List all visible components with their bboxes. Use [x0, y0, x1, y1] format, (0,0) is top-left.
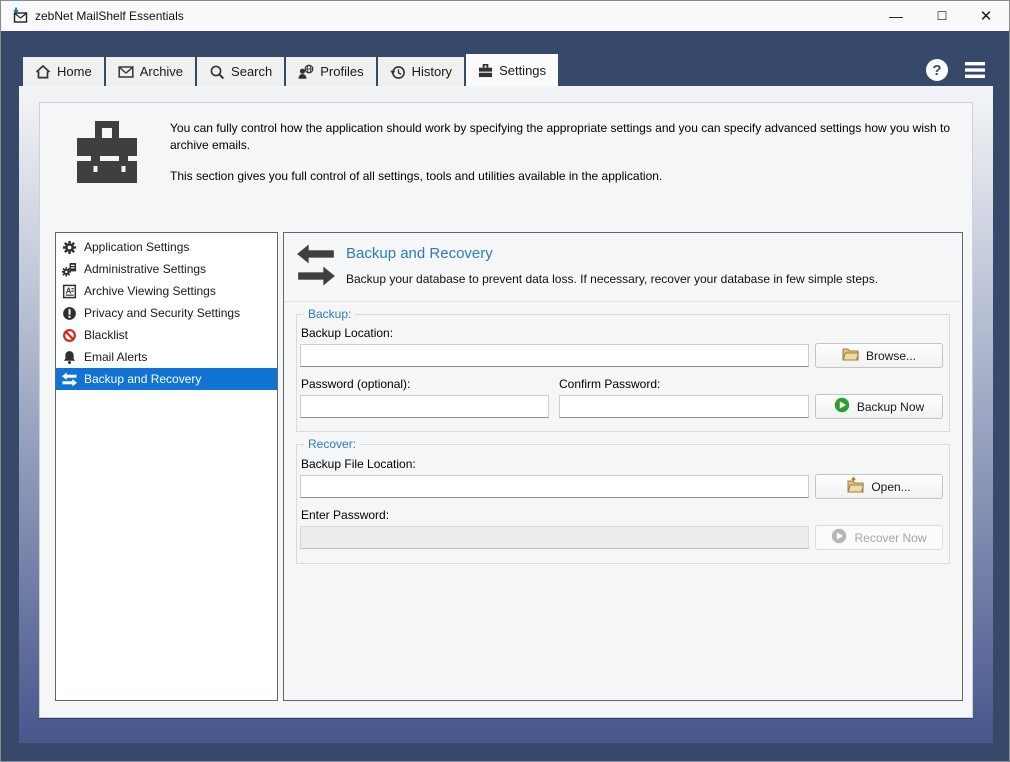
history-clock-icon [389, 64, 406, 80]
settings-intro: You can fully control how the applicatio… [170, 120, 960, 199]
svg-text:?: ? [932, 62, 941, 79]
home-icon [35, 64, 51, 80]
gear-server-icon [61, 262, 77, 277]
sidebar-item-label: Archive Viewing Settings [84, 284, 216, 298]
tab-label: Profiles [320, 64, 364, 79]
backup-group-legend: Backup: [304, 307, 356, 321]
settings-category-list: Application Settings Administrative Sett… [55, 232, 278, 701]
swap-arrows-large-icon [297, 244, 335, 291]
titlebar: zebNet MailShelf Essentials — ☐ ✕ [1, 1, 1009, 31]
browse-button-label: Browse... [865, 348, 916, 363]
confirm-password-label: Confirm Password: [559, 377, 661, 391]
tab-label: Settings [499, 62, 547, 78]
backup-location-label: Backup Location: [301, 326, 394, 340]
tab-settings[interactable]: Settings [466, 54, 559, 86]
recover-now-button: Recover Now [815, 525, 943, 550]
tab-profiles[interactable]: Profiles [286, 57, 376, 86]
help-icon[interactable]: ? [925, 58, 949, 82]
topbar-actions: ? [925, 56, 987, 84]
intro-paragraph-2: This section gives you full control of a… [170, 169, 663, 183]
password-label: Password (optional): [301, 377, 411, 391]
swap-arrows-icon [61, 371, 77, 387]
panel-title: Backup and Recovery [346, 245, 493, 262]
close-button[interactable]: ✕ [964, 1, 1008, 31]
tab-bar: Home Archive Search Profiles History Set… [23, 54, 559, 86]
magnifier-icon [209, 64, 225, 80]
sidebar-item-label: Email Alerts [84, 350, 148, 364]
application-window: zebNet MailShelf Essentials — ☐ ✕ Home A… [0, 0, 1010, 762]
sidebar-item-label: Backup and Recovery [84, 372, 202, 386]
sidebar-item-label: Blacklist [84, 328, 129, 342]
sidebar-item-application-settings[interactable]: Application Settings [56, 236, 277, 258]
sidebar-item-label: Administrative Settings [84, 262, 207, 276]
sidebar-item-label: Application Settings [84, 240, 190, 254]
enter-password-input [300, 526, 809, 549]
sidebar-item-label: Privacy and Security Settings [84, 306, 241, 320]
browse-button[interactable]: Browse... [815, 343, 943, 368]
sidebar-item-archive-viewing-settings[interactable]: A Archive Viewing Settings [56, 280, 277, 302]
backup-recovery-panel: Backup and Recovery Backup your database… [283, 232, 963, 701]
sidebar-item-administrative-settings[interactable]: Administrative Settings [56, 258, 277, 280]
password-input[interactable] [300, 395, 549, 418]
sidebar-item-email-alerts[interactable]: Email Alerts [56, 346, 277, 368]
play-circle-green-icon [834, 397, 850, 416]
tab-label: Search [231, 64, 273, 79]
toolbox-icon [478, 63, 493, 78]
recover-now-label: Recover Now [854, 530, 927, 545]
open-button-label: Open... [871, 479, 911, 494]
exclamation-circle-icon [61, 306, 77, 321]
backup-file-location-label: Backup File Location: [301, 457, 416, 471]
tab-label: History [411, 64, 453, 79]
recover-group-legend: Recover: [304, 437, 361, 451]
enter-password-label: Enter Password: [301, 508, 390, 522]
toolbox-large-icon [75, 121, 139, 187]
profiles-globe-icon [298, 64, 314, 80]
recover-group: Recover: Backup File Location: Open... E… [296, 437, 950, 564]
tab-label: Archive [139, 64, 184, 79]
tab-home[interactable]: Home [23, 57, 104, 86]
backup-file-location-input[interactable] [300, 475, 809, 498]
sidebar-item-privacy-security-settings[interactable]: Privacy and Security Settings [56, 302, 277, 324]
document-a-icon: A [61, 284, 77, 299]
app-envelope-icon [11, 7, 29, 25]
panel-subtitle: Backup your database to prevent data los… [346, 272, 879, 286]
folder-open-icon [847, 476, 865, 496]
window-title: zebNet MailShelf Essentials [35, 9, 184, 23]
sidebar-item-backup-and-recovery[interactable]: Backup and Recovery [56, 368, 277, 390]
backup-now-button[interactable]: Backup Now [815, 394, 943, 419]
sidebar-item-blacklist[interactable]: Blacklist [56, 324, 277, 346]
backup-group: Backup: Backup Location: Browse... Passw… [296, 307, 950, 432]
hamburger-menu-icon[interactable] [963, 58, 987, 82]
tab-history[interactable]: History [377, 57, 465, 86]
gear-icon [61, 240, 77, 255]
folder-icon [842, 347, 860, 364]
intro-paragraph-1: You can fully control how the applicatio… [170, 121, 951, 152]
panel-header: Backup and Recovery Backup your database… [284, 233, 962, 302]
prohibition-icon [61, 328, 77, 343]
tab-archive[interactable]: Archive [105, 57, 196, 86]
confirm-password-input[interactable] [559, 395, 809, 418]
backup-now-label: Backup Now [856, 399, 925, 414]
tab-label: Home [57, 64, 92, 79]
maximize-button[interactable]: ☐ [920, 1, 964, 31]
svg-text:A: A [65, 286, 71, 295]
minimize-button[interactable]: — [874, 1, 918, 31]
open-button[interactable]: Open... [815, 474, 943, 499]
envelope-icon [118, 64, 134, 80]
tab-search[interactable]: Search [197, 57, 285, 86]
backup-location-input[interactable] [300, 344, 809, 367]
bell-icon [61, 350, 77, 365]
play-circle-gray-icon [831, 528, 847, 547]
